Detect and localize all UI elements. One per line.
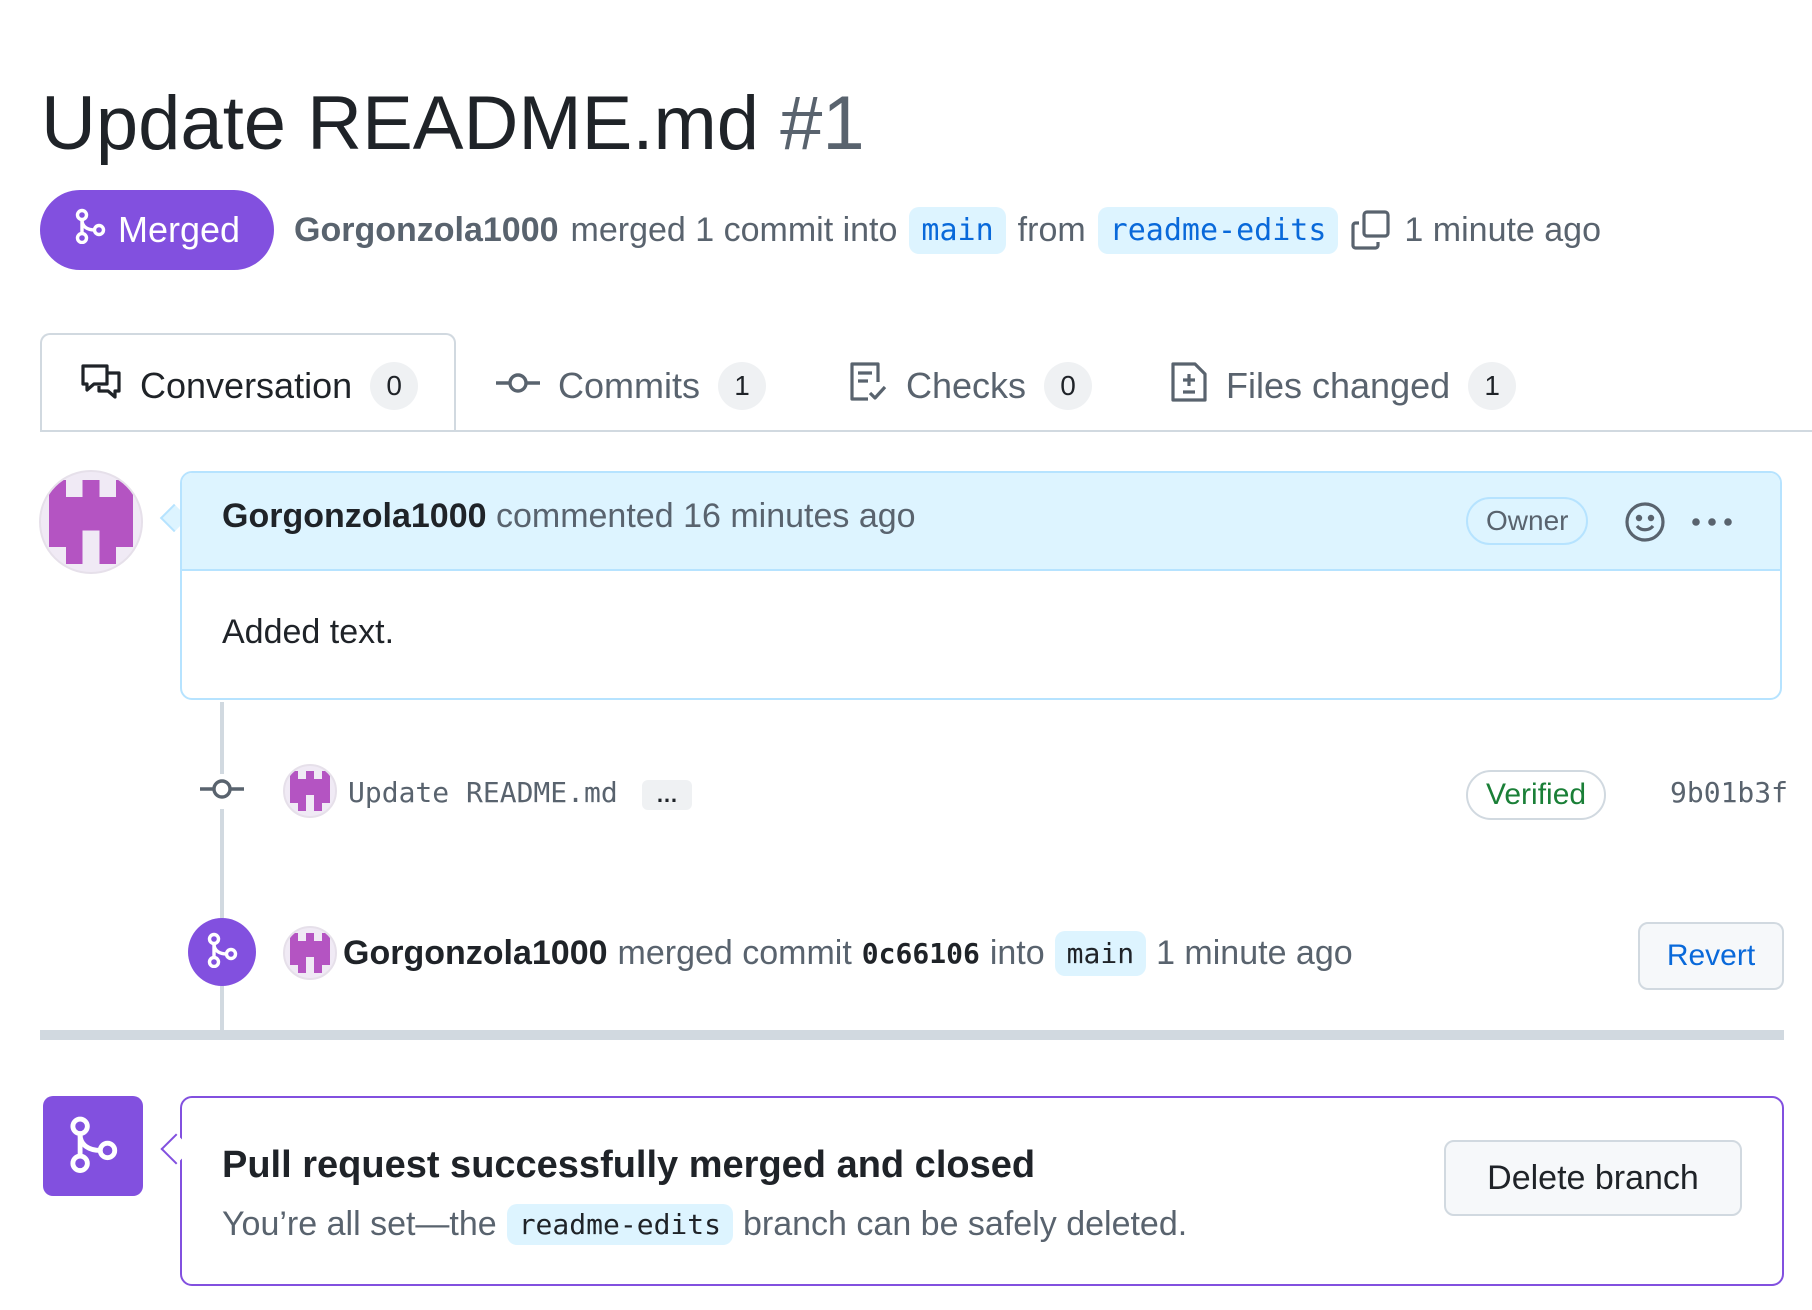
merge-status-box: Pull request successfully merged and clo… bbox=[180, 1096, 1784, 1286]
tab-commits-count: 1 bbox=[718, 362, 766, 410]
commit-message-link[interactable]: Update README.md bbox=[348, 776, 618, 809]
timeline-end-divider bbox=[40, 1030, 1784, 1040]
pr-author-link[interactable]: Gorgonzola1000 bbox=[294, 211, 559, 250]
git-merge-icon bbox=[74, 208, 106, 253]
tab-checks[interactable]: Checks 0 bbox=[848, 358, 1093, 414]
merge-status-description: You’re all set—the readme-edits branch c… bbox=[222, 1204, 1187, 1245]
merge-status-heading: Pull request successfully merged and clo… bbox=[222, 1144, 1036, 1186]
tab-conversation-label: Conversation bbox=[140, 365, 353, 406]
kebab-menu-icon[interactable] bbox=[1690, 509, 1734, 540]
merge-status-icon-box bbox=[43, 1096, 143, 1196]
tab-files-changed-label: Files changed bbox=[1226, 365, 1451, 406]
pr-title-text: Update README.md bbox=[41, 81, 760, 166]
merged-status-label: Merged bbox=[117, 209, 241, 250]
comment-meta: Gorgonzola1000 commented 16 minutes ago bbox=[222, 497, 916, 536]
git-commit-icon bbox=[200, 774, 244, 809]
comment-body: Added text. bbox=[222, 613, 395, 651]
comment-author-avatar[interactable] bbox=[39, 470, 143, 574]
commit-author-avatar[interactable] bbox=[283, 764, 337, 818]
tab-commits-label: Commits bbox=[558, 365, 700, 406]
merge-event-action: merged commit bbox=[617, 933, 852, 972]
comment-action: commented bbox=[495, 497, 674, 535]
revert-button[interactable]: Revert bbox=[1638, 922, 1784, 990]
commit-sha-link[interactable]: 9b01b3f bbox=[1670, 776, 1788, 809]
merge-target-branch[interactable]: main bbox=[1054, 930, 1147, 976]
tab-files-changed[interactable]: Files changed 1 bbox=[1170, 358, 1517, 414]
tabs-divider bbox=[40, 430, 1812, 432]
pr-from-text: from bbox=[1017, 210, 1086, 249]
merge-desc-suffix: branch can be safely deleted. bbox=[743, 1205, 1188, 1243]
tab-checks-label: Checks bbox=[906, 365, 1027, 406]
comment-box: Gorgonzola1000 commented 16 minutes ago … bbox=[180, 471, 1782, 700]
merge-author-link[interactable]: Gorgonzola1000 bbox=[343, 934, 608, 973]
checklist-icon bbox=[848, 361, 888, 412]
comment-author-link[interactable]: Gorgonzola1000 bbox=[222, 497, 487, 535]
pr-merged-text: merged 1 commit into bbox=[570, 210, 898, 249]
page-title: Update README.md #1 bbox=[41, 74, 865, 174]
pr-meta: Gorgonzola1000 merged 1 commit into main… bbox=[294, 203, 1601, 257]
git-merge-icon bbox=[67, 1115, 119, 1178]
merge-commit-link[interactable]: 0c66106 bbox=[862, 937, 980, 970]
smiley-icon[interactable] bbox=[1624, 501, 1666, 548]
merge-author-avatar[interactable] bbox=[283, 926, 337, 980]
merge-event-badge bbox=[188, 918, 256, 986]
tab-conversation[interactable]: Conversation 0 bbox=[80, 358, 419, 414]
merge-into-text: into bbox=[989, 933, 1045, 972]
tab-commits[interactable]: Commits 1 bbox=[496, 358, 766, 414]
merge-event-text: Gorgonzola1000 merged commit 0c66106 int… bbox=[343, 926, 1353, 980]
owner-badge: Owner bbox=[1466, 497, 1589, 545]
git-commit-icon bbox=[496, 365, 540, 407]
commit-expand-button[interactable]: … bbox=[642, 780, 692, 810]
tab-checks-count: 0 bbox=[1044, 362, 1093, 410]
pr-time-ago: 1 minute ago bbox=[1404, 210, 1602, 249]
comment-time-ago[interactable]: 16 minutes ago bbox=[683, 497, 916, 535]
pr-number: #1 bbox=[780, 81, 865, 166]
copy-icon[interactable] bbox=[1350, 209, 1392, 251]
git-merge-icon bbox=[206, 932, 238, 973]
base-branch-ref[interactable]: main bbox=[909, 206, 1006, 254]
tab-files-changed-count: 1 bbox=[1468, 362, 1517, 410]
merge-time-ago[interactable]: 1 minute ago bbox=[1156, 934, 1353, 973]
head-branch-ref[interactable]: readme-edits bbox=[1097, 206, 1339, 254]
merge-desc-prefix: You’re all set—the bbox=[222, 1205, 497, 1243]
tab-conversation-count: 0 bbox=[370, 362, 419, 410]
delete-branch-button[interactable]: Delete branch bbox=[1444, 1140, 1742, 1216]
comment-discussion-icon bbox=[80, 362, 122, 411]
verified-badge[interactable]: Verified bbox=[1466, 770, 1607, 820]
merged-status-badge: Merged bbox=[40, 190, 274, 270]
comment-header: Gorgonzola1000 commented 16 minutes ago … bbox=[182, 473, 1780, 571]
file-diff-icon bbox=[1170, 361, 1208, 412]
merge-desc-branch: readme-edits bbox=[506, 1204, 733, 1245]
